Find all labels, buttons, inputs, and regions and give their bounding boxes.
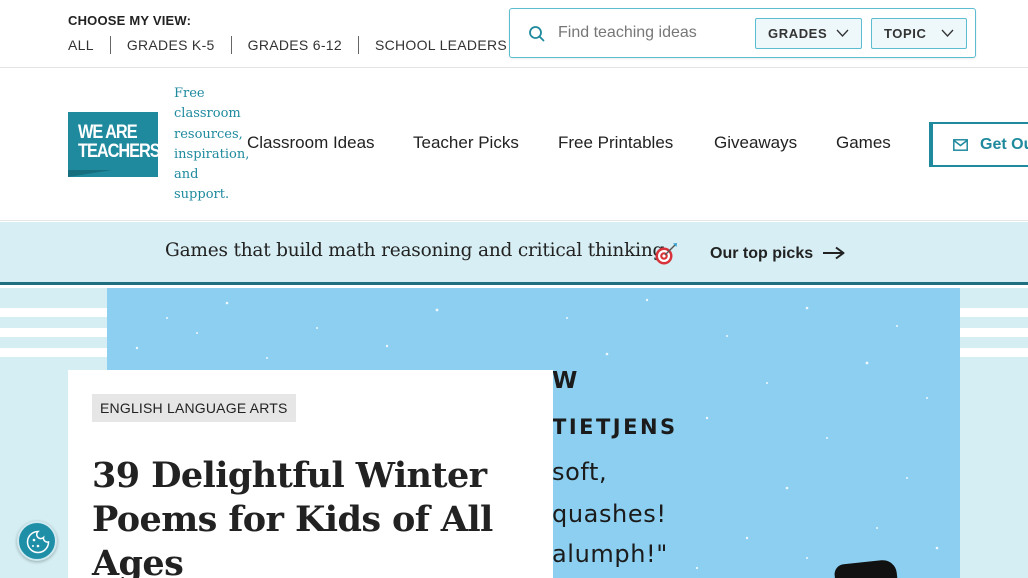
nav-teacher-picks[interactable]: Teacher Picks (413, 133, 519, 153)
view-links: ALL GRADES K-5 GRADES 6-12 SCHOOL LEADER… (68, 36, 507, 54)
search-input[interactable] (552, 19, 752, 47)
poem-text-line: soft, (552, 458, 608, 486)
topic-filter-dropdown[interactable]: TOPIC (871, 18, 967, 49)
article-card: ENGLISH LANGUAGE ARTS 39 Delightful Wint… (68, 370, 553, 578)
site-header: WE ARE TEACHERS Free classroom resources… (0, 68, 1028, 221)
divider (357, 36, 359, 54)
chevron-down-icon (836, 29, 849, 37)
logo-tail (68, 170, 112, 177)
divider (230, 36, 232, 54)
search-icon[interactable] (528, 25, 546, 43)
category-tag[interactable]: ENGLISH LANGUAGE ARTS (92, 394, 296, 422)
search-bar: GRADES TOPIC (509, 8, 976, 58)
mail-icon (953, 138, 968, 151)
cookie-settings-button[interactable] (17, 521, 57, 561)
top-utility-bar: CHOOSE MY VIEW: ALL GRADES K-5 GRADES 6-… (0, 0, 1028, 68)
nav-giveaways[interactable]: Giveaways (714, 133, 797, 153)
logo-text: WE ARE TEACHERS (78, 122, 161, 162)
view-link-all[interactable]: ALL (68, 37, 94, 53)
poem-text-line: TIETJENS (552, 415, 678, 439)
nav-classroom-ideas[interactable]: Classroom Ideas (247, 133, 375, 153)
promo-text: Games that build math reasoning and crit… (165, 240, 665, 261)
newsletter-button[interactable]: Get Our (929, 122, 1028, 167)
arrow-right-icon[interactable] (822, 246, 846, 260)
chevron-down-icon (941, 29, 954, 37)
nav-free-printables[interactable]: Free Printables (558, 133, 673, 153)
grades-filter-dropdown[interactable]: GRADES (755, 18, 862, 49)
poem-text-line: W (552, 368, 580, 394)
view-link-grades-6-12[interactable]: GRADES 6-12 (248, 37, 342, 53)
topic-filter-label: TOPIC (884, 26, 927, 41)
top-picks-link[interactable]: Our top picks (710, 245, 813, 263)
view-link-grades-k5[interactable]: GRADES K-5 (127, 37, 215, 53)
site-tagline: Free classroom resources, inspiration, a… (174, 86, 250, 203)
newsletter-button-label: Get Our (980, 135, 1028, 153)
site-logo[interactable]: WE ARE TEACHERS (68, 112, 161, 177)
target-icon (655, 243, 677, 265)
poem-text-line: quashes! (552, 500, 667, 528)
promo-banner: Games that build math reasoning and crit… (0, 222, 1028, 285)
poem-text-line: alumph!" (552, 540, 668, 568)
divider (109, 36, 111, 54)
grades-filter-label: GRADES (768, 26, 828, 41)
choose-view-label: CHOOSE MY VIEW: (68, 13, 192, 28)
article-title: 39 Delightful Winter Poems for Kids of A… (92, 455, 493, 578)
view-link-school-leaders[interactable]: SCHOOL LEADERS (375, 37, 507, 53)
nav-games[interactable]: Games (836, 133, 891, 153)
cookie-icon (26, 530, 50, 554)
